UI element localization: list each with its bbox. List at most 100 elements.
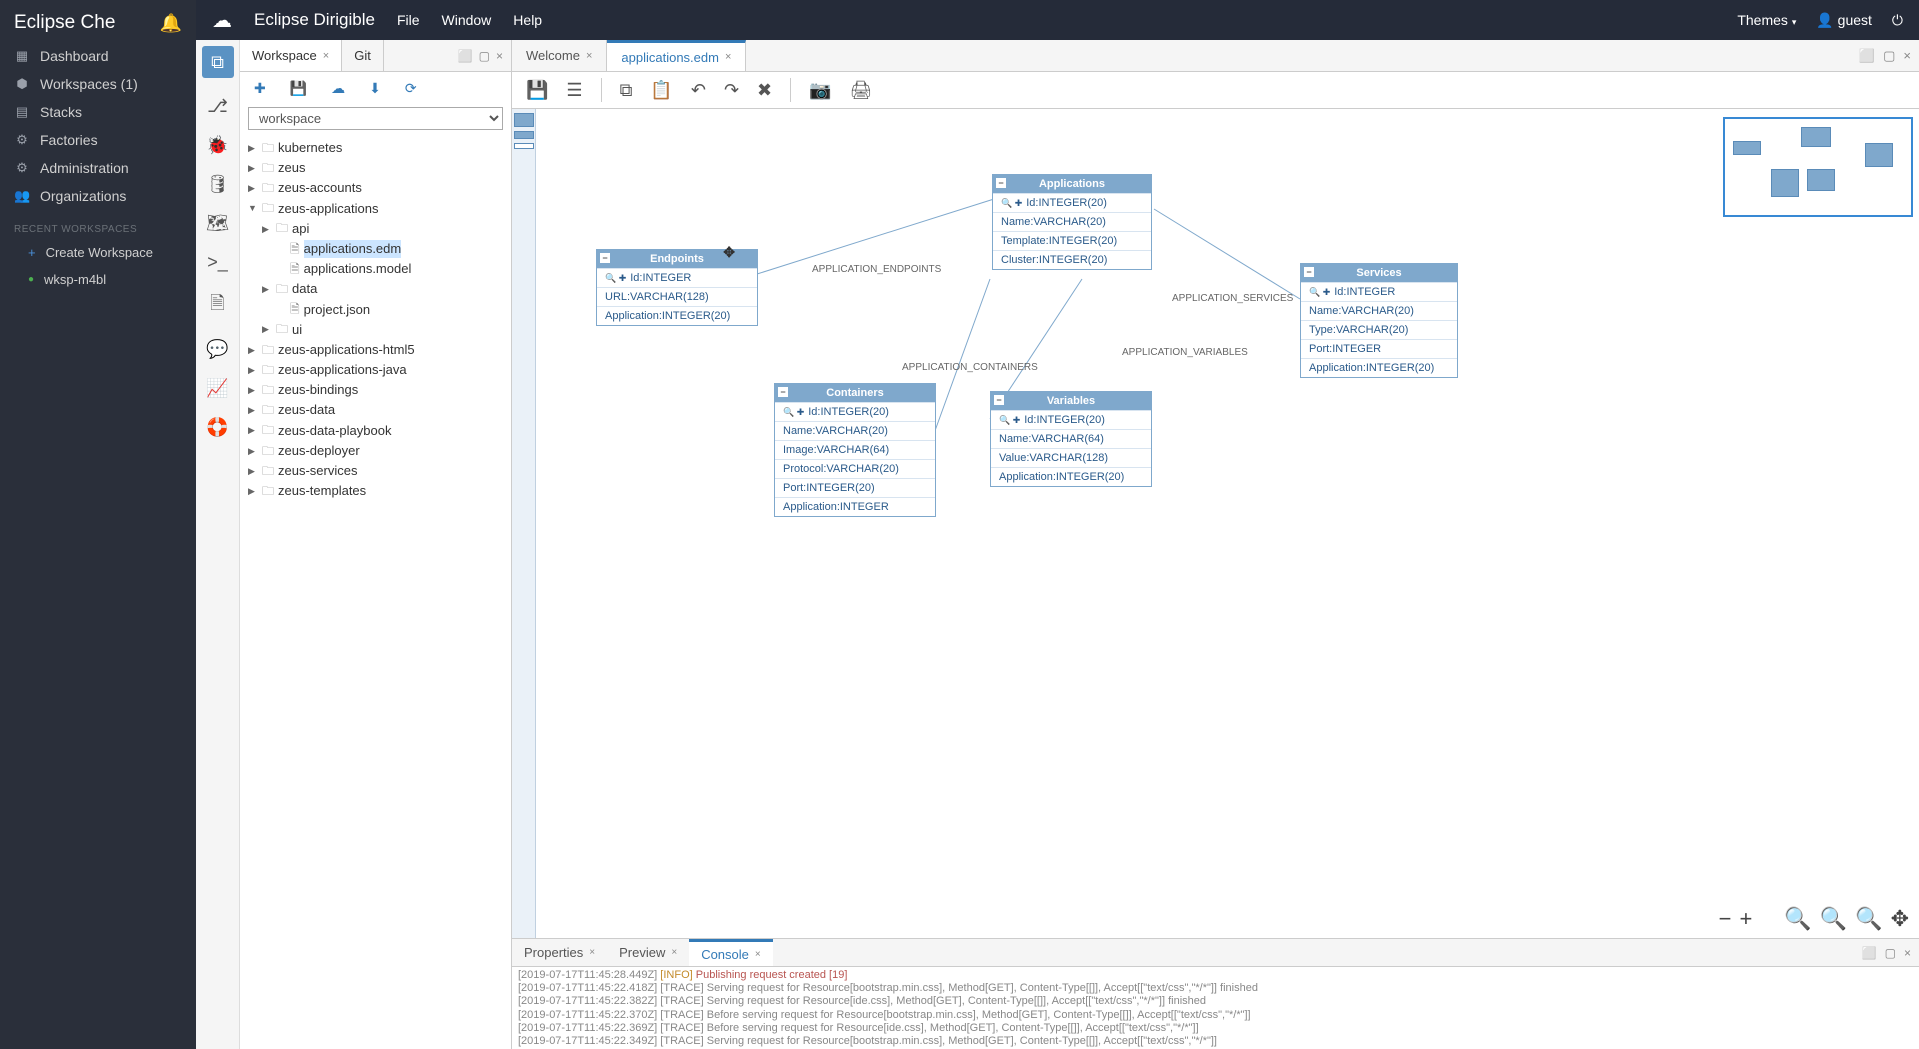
database-icon[interactable]: 🛢 [206,174,229,195]
menu-file[interactable]: File [397,12,420,28]
tab-console[interactable]: Console× [689,939,773,966]
minimap[interactable] [1723,117,1913,217]
chart-icon[interactable]: 📈 [206,378,228,399]
entity-containers[interactable]: −Containers 🔍 ✚Id:INTEGER(20) Name:VARCH… [774,383,936,517]
maximize-icon[interactable]: ▢ [479,49,490,63]
save-icon[interactable]: 💾 [526,80,548,101]
palette-item[interactable] [514,113,534,127]
tree-item[interactable]: ▶🗀zeus-accounts [248,178,503,198]
nav-administration[interactable]: ⚙Administration [0,154,196,182]
tree-item[interactable]: ▶🗀zeus-data [248,400,503,420]
admin-icon: ⚙ [14,160,30,176]
tab-properties[interactable]: Properties× [512,939,607,966]
tree-item[interactable]: ▶🗀zeus-templates [248,481,503,501]
close-panel-icon[interactable]: × [496,49,503,63]
tab-welcome[interactable]: Welcome× [512,40,607,71]
palette-item[interactable] [514,143,534,149]
tree-item[interactable]: ▶🗀zeus-services [248,461,503,481]
split-icon[interactable]: ⬜ [458,49,473,63]
nav-label: wksp-m4bl [44,272,106,287]
split-icon[interactable]: ⬜ [1862,946,1877,960]
close-icon[interactable]: × [589,947,595,958]
tree-item[interactable]: ▶🗀zeus-applications-html5 [248,340,503,360]
copy-stack-icon[interactable]: ⧉ [202,46,234,78]
nav-factories[interactable]: ⚙Factories [0,126,196,154]
bell-icon[interactable]: 🔔 [160,13,182,34]
entity-endpoints[interactable]: −Endpoints✥ 🔍 ✚Id:INTEGER URL:VARCHAR(12… [596,249,758,326]
close-panel-icon[interactable]: × [1904,946,1911,960]
close-icon[interactable]: × [725,51,731,63]
entity-applications[interactable]: −Applications 🔍 ✚Id:INTEGER(20) Name:VAR… [992,174,1152,270]
zoom-controls: − + 🔍 🔍 🔍 ✥ [1719,906,1909,932]
close-icon[interactable]: × [671,947,677,958]
tree-item-selected[interactable]: 🗎applications.edm [248,239,503,259]
maximize-icon[interactable]: ▢ [1885,946,1896,960]
maximize-icon[interactable]: ▢ [1883,48,1895,64]
screenshot-icon[interactable]: 📷 [809,80,831,101]
redo-icon[interactable]: ↷ [724,80,739,101]
save-icon[interactable]: 💾 [290,80,307,97]
nav-organizations[interactable]: 👥Organizations [0,182,196,210]
download-icon[interactable]: ⬇ [369,80,381,97]
nav-stacks[interactable]: ▤Stacks [0,98,196,126]
tree-item[interactable]: 🗎applications.model [248,259,503,279]
recent-ws[interactable]: ●wksp-m4bl [0,266,196,293]
chat-icon[interactable]: 💬 [206,339,228,360]
power-icon[interactable]: ⏻ [1892,12,1903,29]
lifebuoy-icon[interactable]: 🛟 [206,417,228,438]
split-icon[interactable]: ⬜ [1859,48,1875,64]
terminal-icon[interactable]: >_ [207,252,228,273]
tree-item[interactable]: ▼🗀zeus-applications [248,199,503,219]
print-icon[interactable]: 🖨 [850,80,873,101]
zoom-reset-icon[interactable]: 🔍 [1855,906,1882,932]
menu-help[interactable]: Help [513,12,542,28]
palette-item[interactable] [514,131,534,139]
move-icon[interactable]: ✥ [1891,906,1909,932]
new-icon[interactable]: ✚ [254,80,266,97]
icon-rail: ⧉ ⎇ 🐞 🛢 🗺 >_ 🗎 💬 📈 🛟 [196,40,240,1049]
tree-item[interactable]: ▶🗀zeus [248,158,503,178]
tab-preview[interactable]: Preview× [607,939,689,966]
upload-icon[interactable]: ☁ [331,80,345,97]
tree-item[interactable]: 🗎project.json [248,300,503,320]
entity-variables[interactable]: −Variables 🔍 ✚Id:INTEGER(20) Name:VARCHA… [990,391,1152,487]
close-icon[interactable]: × [323,50,329,62]
tree-item[interactable]: ▶🗀kubernetes [248,138,503,158]
nav-dashboard[interactable]: ▦Dashboard [0,42,196,70]
tab-applications-edm[interactable]: applications.edm× [607,40,746,71]
zoom-in-icon[interactable]: + [1739,906,1752,932]
zoom-fit-icon[interactable]: 🔍 [1784,906,1811,932]
copy-icon[interactable]: ⧉ [620,80,633,101]
tree-item[interactable]: ▶🗀api [248,219,503,239]
workspace-select[interactable]: workspace [248,107,503,130]
user[interactable]: 👤 guest [1816,12,1872,29]
zoom-out-icon[interactable]: − [1719,906,1732,932]
create-workspace[interactable]: +Create Workspace [0,239,196,266]
branch-icon[interactable]: ⎇ [207,96,228,117]
close-all-icon[interactable]: × [1903,48,1911,63]
sitemap-icon[interactable]: 🗺 [206,213,229,234]
close-icon[interactable]: × [586,50,592,62]
tree-item[interactable]: ▶🗀zeus-deployer [248,441,503,461]
tree-item[interactable]: ▶🗀zeus-bindings [248,380,503,400]
refresh-icon[interactable]: ⟳ [405,80,417,97]
graph-canvas[interactable]: APPLICATION_ENDPOINTS APPLICATION_CONTAI… [512,109,1919,939]
entity-services[interactable]: −Services 🔍 ✚Id:INTEGER Name:VARCHAR(20)… [1300,263,1458,378]
zoom-out2-icon[interactable]: 🔍 [1820,906,1847,932]
tab-workspace[interactable]: Workspace× [240,40,342,71]
tree-item[interactable]: ▶🗀data [248,279,503,299]
nav-workspaces[interactable]: ⬢Workspaces (1) [0,70,196,98]
paste-icon[interactable]: 📋 [650,80,672,101]
close-icon[interactable]: × [755,949,761,960]
tab-git[interactable]: Git [342,40,384,71]
delete-icon[interactable]: ✖ [757,80,772,101]
tree-item[interactable]: ▶🗀zeus-data-playbook [248,421,503,441]
tree-item[interactable]: ▶🗀ui [248,320,503,340]
bug-icon[interactable]: 🐞 [206,135,228,156]
menu-window[interactable]: Window [442,12,492,28]
tree-item[interactable]: ▶🗀zeus-applications-java [248,360,503,380]
list-icon[interactable]: ☰ [566,80,582,101]
files-icon[interactable]: 🗎 [210,291,224,321]
themes-dropdown[interactable]: Themes ▾ [1737,12,1796,28]
undo-icon[interactable]: ↶ [691,80,706,101]
